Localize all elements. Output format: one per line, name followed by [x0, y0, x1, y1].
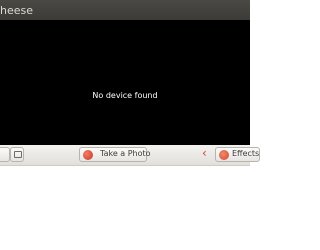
toolbar: Take a Photo Effects	[0, 145, 260, 166]
take-photo-label: Take a Photo	[100, 149, 151, 158]
effects-icon	[219, 150, 229, 160]
take-photo-button[interactable]: Take a Photo	[79, 147, 151, 162]
thumbnail-area	[0, 166, 250, 250]
window-title: heese	[0, 4, 34, 17]
camera-preview: No device found	[0, 20, 250, 145]
photo-mode-button[interactable]	[0, 147, 10, 162]
effects-label: Effects	[232, 149, 260, 158]
camera-icon	[14, 151, 22, 158]
title-bar: heese	[0, 0, 250, 20]
effects-button[interactable]: Effects	[215, 147, 260, 162]
chevron-left-icon[interactable]: ‹	[202, 146, 207, 160]
burst-mode-button[interactable]	[10, 147, 24, 162]
record-icon	[83, 150, 93, 160]
no-device-message: No device found	[92, 91, 158, 100]
